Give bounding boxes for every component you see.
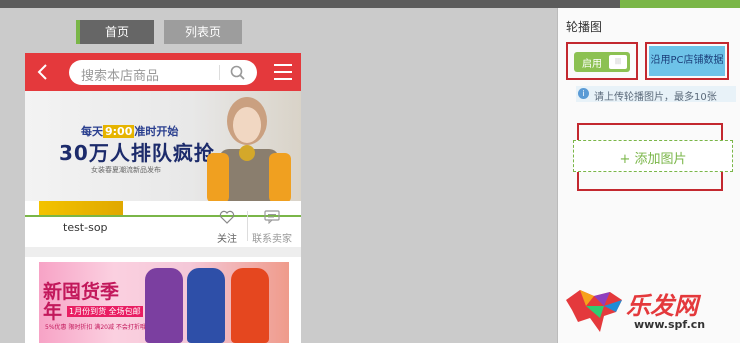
page-tabs: 首页 列表页 bbox=[76, 20, 242, 44]
add-image-button[interactable]: + 添加图片 bbox=[573, 140, 733, 172]
add-image-highlight: + 添加图片 bbox=[573, 123, 733, 191]
dress-image bbox=[187, 268, 225, 343]
follow-button[interactable]: 关注 bbox=[215, 209, 239, 245]
pc-data-highlight: 沿用PC店铺数据 bbox=[645, 42, 729, 80]
banner-model-image bbox=[207, 97, 291, 215]
watermark-text: 乐发网 bbox=[626, 292, 698, 320]
mobile-header: 搜索本店商品 bbox=[25, 53, 301, 91]
search-placeholder: 搜索本店商品 bbox=[81, 69, 160, 84]
enable-toggle-label: 启用 bbox=[582, 59, 602, 70]
promo-tags: 5%优惠 限时折扣 满20减 不会打折哦 bbox=[45, 324, 146, 331]
follow-label: 关注 bbox=[217, 234, 237, 245]
promo-subtitle: 1月份到货 全场包邮 bbox=[67, 306, 143, 317]
chat-icon bbox=[264, 210, 280, 225]
section-gap bbox=[25, 247, 301, 257]
watermark-url: www.spf.cn bbox=[634, 318, 706, 331]
info-icon: i bbox=[578, 88, 589, 99]
action-divider bbox=[247, 211, 248, 241]
toggle-knob: ||| bbox=[609, 55, 627, 69]
contact-seller-button[interactable]: 联系卖家 bbox=[249, 209, 295, 245]
top-bar bbox=[0, 0, 740, 8]
search-icon[interactable] bbox=[229, 64, 247, 82]
dress-image bbox=[145, 268, 183, 343]
promo-banner[interactable]: 新囤货季年 1月份到货 全场包邮 5%优惠 限时折扣 满20减 不会打折哦 bbox=[39, 262, 289, 343]
upload-hint: i 请上传轮播图片，最多10张 bbox=[576, 86, 736, 103]
menu-icon[interactable] bbox=[274, 64, 292, 80]
carousel-banner[interactable]: 每天 9:00 准时开始 30万人排队疯抢 女装春夏潮流新品发布 bbox=[25, 91, 301, 215]
search-input[interactable]: 搜索本店商品 bbox=[69, 60, 257, 85]
store-info-row: test-sop 关注 联系卖家 bbox=[25, 201, 301, 247]
heart-icon bbox=[219, 210, 235, 224]
mobile-preview: 搜索本店商品 每天 9:00 准时开始 30万人排队疯抢 女装春夏潮流新品发布 te… bbox=[25, 53, 301, 343]
banner-subline: 女装春夏潮流新品发布 bbox=[91, 166, 161, 174]
store-name: test-sop bbox=[63, 221, 108, 234]
store-logo bbox=[39, 201, 123, 215]
watermark: 乐发网 www.spf.cn bbox=[560, 282, 738, 340]
add-image-label: + 添加图片 bbox=[619, 152, 687, 167]
contact-seller-label: 联系卖家 bbox=[252, 234, 292, 245]
panel-title: 轮播图 bbox=[566, 20, 603, 34]
back-arrow-icon[interactable] bbox=[35, 63, 51, 81]
enable-toggle-highlight: 启用 ||| bbox=[566, 42, 638, 80]
upload-hint-text: 请上传轮播图片，最多10张 bbox=[594, 92, 717, 103]
enable-toggle[interactable]: 启用 ||| bbox=[574, 52, 630, 72]
use-pc-data-button[interactable]: 沿用PC店铺数据 bbox=[649, 46, 725, 76]
search-divider bbox=[219, 65, 220, 80]
tab-list-page[interactable]: 列表页 bbox=[164, 20, 242, 44]
bull-logo-icon bbox=[566, 290, 622, 332]
tab-home[interactable]: 首页 bbox=[76, 20, 154, 44]
top-bar-accent bbox=[620, 0, 740, 8]
dress-image bbox=[231, 268, 269, 343]
